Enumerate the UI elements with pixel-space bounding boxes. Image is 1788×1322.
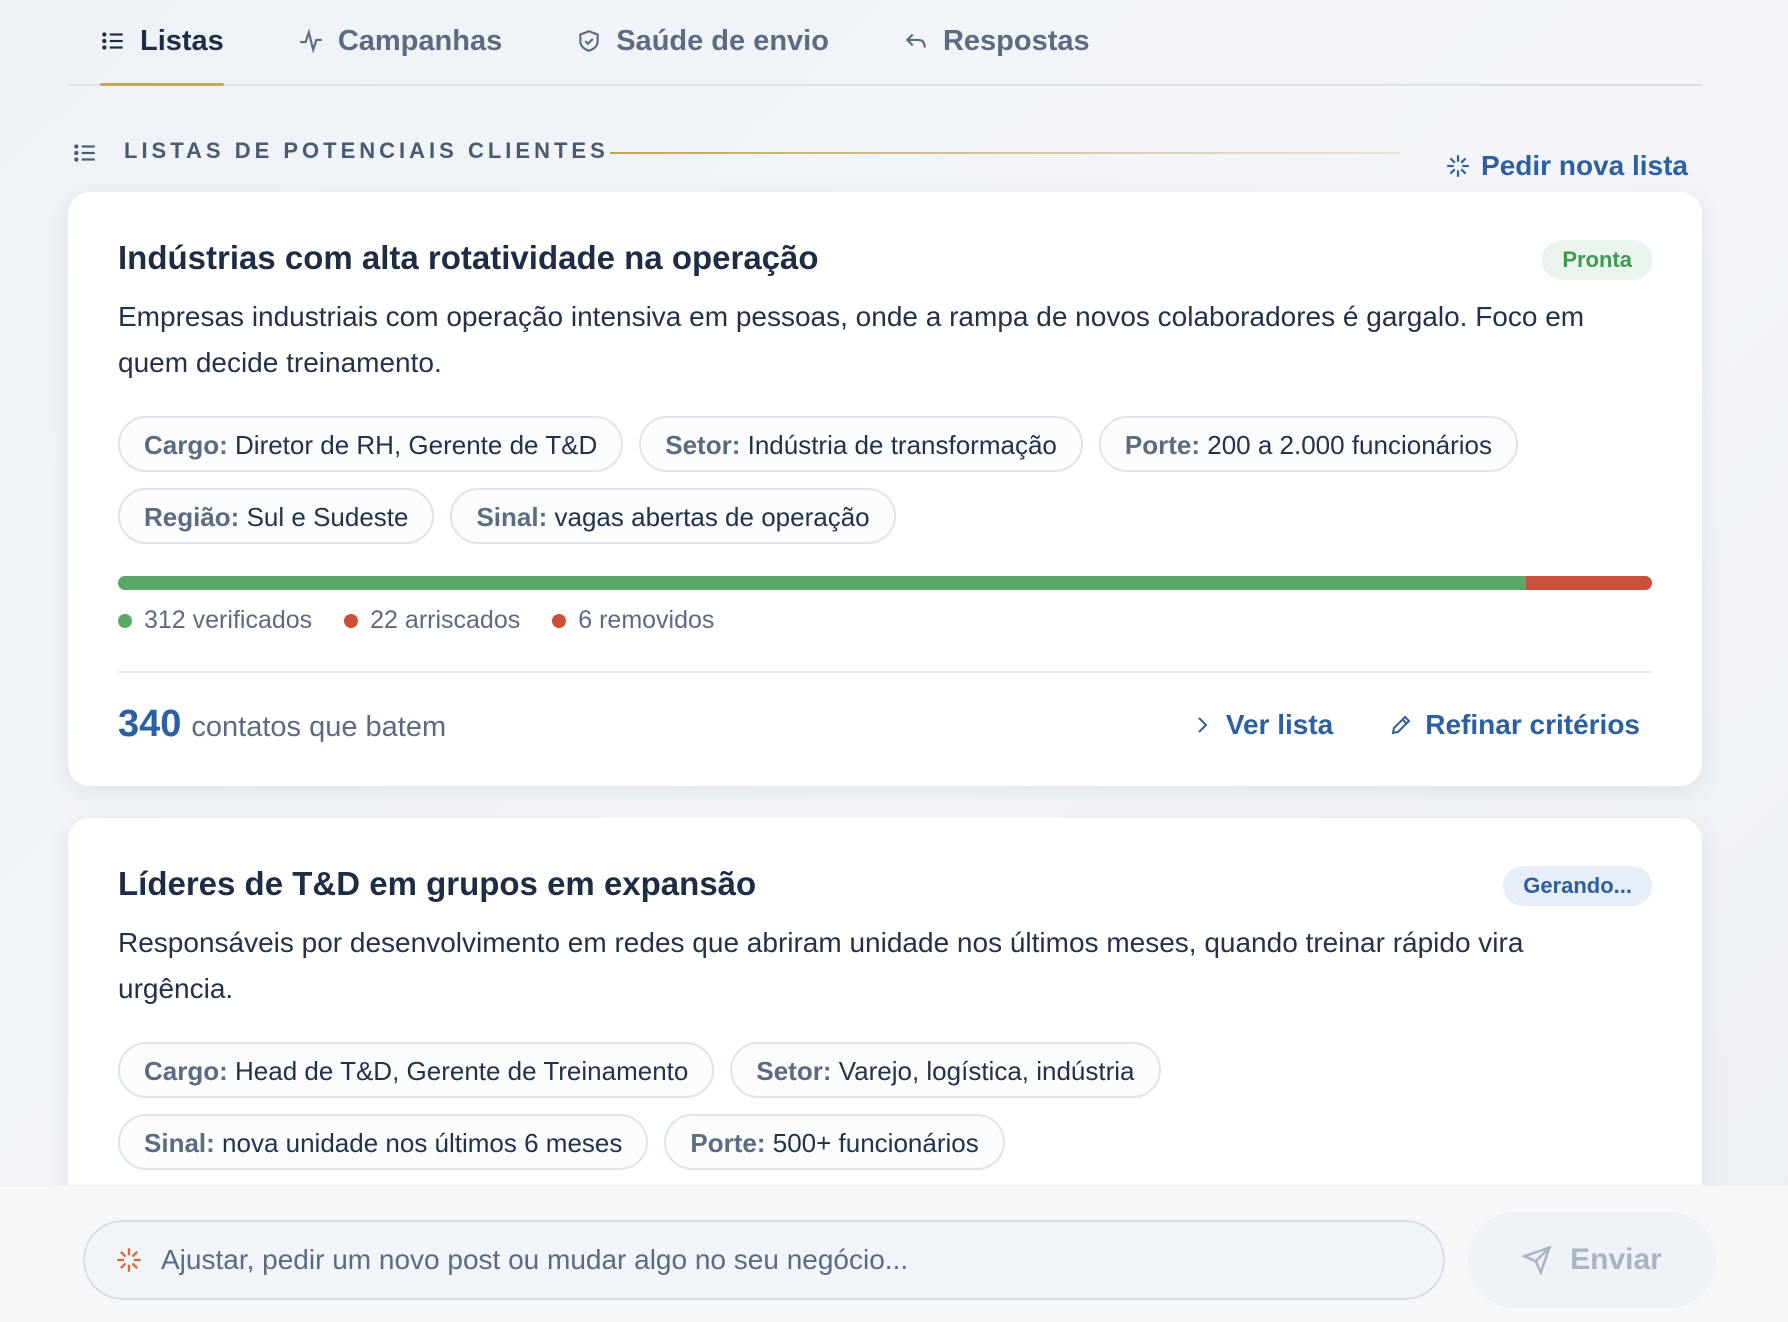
view-list-button[interactable]: Ver lista xyxy=(1190,709,1333,741)
chip-value: 500+ funcionários xyxy=(772,1128,979,1158)
chip-key: Sinal: xyxy=(476,502,548,532)
chip-value: 200 a 2.000 funcionários xyxy=(1207,430,1493,460)
refine-criteria-label: Refinar critérios xyxy=(1425,708,1640,740)
criteria-chip-regiao: Região: Sul e Sudeste xyxy=(118,488,435,544)
quality-progress-bar xyxy=(118,576,1652,590)
legend-verified-label: 312 verificados xyxy=(144,606,313,634)
chip-value: Sul e Sudeste xyxy=(246,502,409,532)
chip-key: Cargo: xyxy=(144,1056,228,1086)
legend-verified: 312 verificados xyxy=(118,606,312,635)
criteria-chips: Cargo: Head de T&D, Gerente de Treinamen… xyxy=(118,1042,1652,1170)
card-footer: 340 contatos que batem Ver lista Refinar… xyxy=(118,671,1652,746)
shield-icon xyxy=(579,30,599,52)
chip-value: vagas abertas de operação xyxy=(554,502,870,532)
section-header: LISTAS DE POTENCIAIS CLIENTES Pedir nova… xyxy=(68,86,1702,192)
send-label: Enviar xyxy=(1570,1243,1662,1276)
tab-label: Listas xyxy=(140,24,224,57)
tab-listas[interactable]: Listas xyxy=(100,0,224,86)
list-card: Indústrias com alta rotatividade na oper… xyxy=(68,192,1702,786)
composer-input[interactable] xyxy=(161,1244,1361,1276)
request-new-list-label: Pedir nova lista xyxy=(1481,150,1688,181)
tab-label: Saúde de envio xyxy=(616,24,829,57)
list-card: Líderes de T&D em grupos em expansão Ger… xyxy=(68,818,1702,1210)
chip-value: Head de T&D, Gerente de Treinamento xyxy=(235,1056,689,1086)
tab-respostas[interactable]: Respostas xyxy=(903,0,1090,84)
chip-key: Cargo: xyxy=(144,430,228,460)
criteria-chip-cargo: Cargo: Diretor de RH, Gerente de T&D xyxy=(118,416,624,472)
message-composer: Enviar xyxy=(0,1185,1788,1322)
criteria-chip-sinal: Sinal: nova unidade nos últimos 6 meses xyxy=(118,1114,649,1170)
criteria-chip-cargo: Cargo: Head de T&D, Gerente de Treinamen… xyxy=(118,1042,715,1098)
green-dot-icon xyxy=(118,613,132,628)
contact-count: 340 contatos que batem xyxy=(118,703,446,746)
send-button[interactable]: Enviar xyxy=(1468,1212,1716,1308)
sparkle-icon xyxy=(1447,155,1469,177)
list-icon xyxy=(102,32,123,50)
chip-value: Indústria de transformação xyxy=(747,430,1057,460)
legend-removed: 6 removidos xyxy=(552,606,714,635)
activity-icon xyxy=(299,28,322,54)
section-divider xyxy=(610,152,1400,154)
verified-segment xyxy=(118,576,1527,590)
chip-value: Varejo, logística, indústria xyxy=(838,1056,1135,1086)
main-content: Listas Campanhas Saúde de envio Resposta… xyxy=(68,0,1702,1210)
card-title: Indústrias com alta rotatividade na oper… xyxy=(118,239,819,276)
chip-key: Região: xyxy=(144,502,240,532)
criteria-chip-setor: Setor: Indústria de transformação xyxy=(639,416,1083,472)
chip-key: Porte: xyxy=(1124,430,1201,460)
status-badge: Pronta xyxy=(1542,240,1652,280)
quality-legend: 312 verificados 22 arriscados 6 removido… xyxy=(118,606,1652,635)
red-dot-icon xyxy=(344,613,359,628)
criteria-chip-setor: Setor: Varejo, logística, indústria xyxy=(730,1042,1161,1098)
chip-value: Diretor de RH, Gerente de T&D xyxy=(235,430,598,460)
legend-removed-label: 6 removidos xyxy=(578,606,715,634)
contact-count-number: 340 xyxy=(118,703,182,745)
contact-count-label: contatos que batem xyxy=(191,711,447,743)
section-title: LISTAS DE POTENCIAIS CLIENTES xyxy=(124,138,609,163)
chevron-right-icon xyxy=(1198,716,1208,733)
criteria-chip-porte: Porte: 200 a 2.000 funcionários xyxy=(1098,416,1519,472)
tab-bar: Listas Campanhas Saúde de envio Resposta… xyxy=(68,0,1702,86)
status-badge: Gerando... xyxy=(1503,866,1652,906)
list-icon xyxy=(72,140,98,166)
request-new-list-button[interactable]: Pedir nova lista xyxy=(1445,150,1688,182)
legend-risky-label: 22 arriscados xyxy=(370,606,521,634)
criteria-chip-porte: Porte: 500+ funcionários xyxy=(664,1114,1005,1170)
refine-criteria-button[interactable]: Refinar critérios xyxy=(1389,709,1640,741)
chip-key: Porte: xyxy=(690,1128,766,1158)
tab-campanhas[interactable]: Campanhas xyxy=(298,0,502,84)
tab-label: Respostas xyxy=(942,24,1090,57)
composer-input-wrapper[interactable] xyxy=(83,1220,1445,1300)
criteria-chips: Cargo: Diretor de RH, Gerente de T&D Set… xyxy=(118,416,1652,544)
chip-key: Sinal: xyxy=(144,1128,215,1158)
tab-label: Campanhas xyxy=(337,24,503,57)
tab-saude-de-envio[interactable]: Saúde de envio xyxy=(576,0,829,84)
view-list-label: Ver lista xyxy=(1225,708,1334,740)
chip-key: Setor: xyxy=(756,1056,832,1086)
reply-icon xyxy=(905,33,926,48)
legend-risky: 22 arriscados xyxy=(344,606,520,635)
risky-segment xyxy=(1526,576,1652,590)
card-description: Responsáveis por desenvolvimento em rede… xyxy=(118,927,1524,1004)
chip-key: Setor: xyxy=(665,430,741,460)
sparkle-icon xyxy=(117,1248,141,1272)
chip-value: nova unidade nos últimos 6 meses xyxy=(222,1128,623,1158)
send-icon xyxy=(1522,1245,1552,1275)
criteria-chip-sinal: Sinal: vagas abertas de operação xyxy=(450,488,896,544)
card-description: Empresas industriais com operação intens… xyxy=(118,301,1585,378)
card-actions: Ver lista Refinar critérios xyxy=(1190,709,1640,741)
card-title: Líderes de T&D em grupos em expansão xyxy=(118,865,757,902)
red-dot-icon xyxy=(552,613,567,628)
pencil-icon xyxy=(1391,715,1411,734)
